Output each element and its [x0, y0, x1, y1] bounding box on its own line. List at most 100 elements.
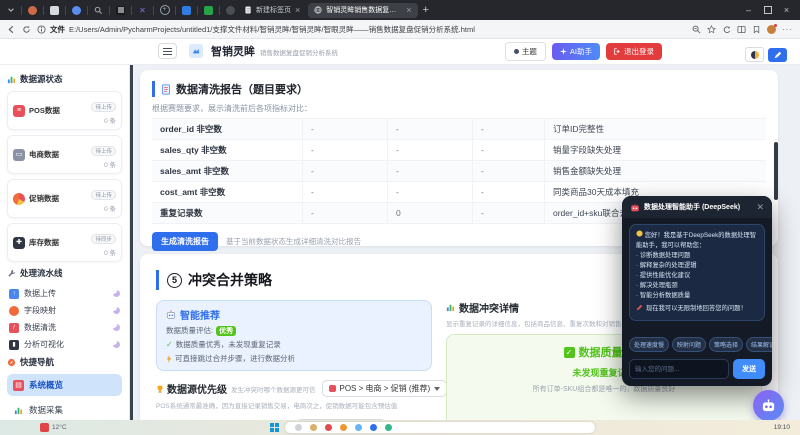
extension-icon[interactable]	[224, 4, 237, 17]
app-header: 智销灵眸 销售数据复盘促销分析系统 主题 AI助手 退出登录	[0, 38, 800, 65]
refresh-icon[interactable]	[22, 25, 31, 34]
chat-close-icon[interactable]: ✕	[756, 202, 764, 213]
tab-close-icon[interactable]: ×	[406, 5, 411, 15]
change-cell: -	[472, 203, 544, 223]
app-icon[interactable]	[325, 424, 332, 431]
collections-icon[interactable]	[722, 25, 731, 34]
extension-icon[interactable]	[26, 4, 39, 17]
note-cell: 销售金额缺失处理	[544, 161, 766, 181]
logout-button[interactable]: 退出登录	[606, 42, 662, 60]
chip-mapping[interactable]: 映射问题	[672, 337, 707, 352]
priority-label: 数据源优先级	[167, 385, 227, 396]
theme-label: 主题	[521, 46, 537, 56]
after-cell: -	[387, 182, 472, 202]
source-card-pos[interactable]: ≡ POS数据 待上传 0 条	[7, 91, 122, 130]
quality-ok-text: 数据质量优秀，未发现重复记录	[175, 340, 281, 349]
moon-pending-icon	[113, 290, 120, 297]
source-card-promo[interactable]: 促销数据 待上传 0 条	[7, 179, 122, 218]
conflict-title: 冲突合并策略	[188, 272, 272, 288]
metric-cell: cost_amt 非空数	[160, 187, 226, 197]
maximize-button[interactable]	[758, 1, 777, 19]
sidebar-item-collect[interactable]: 数据采集	[7, 399, 122, 421]
browser-menu-icon[interactable]: ···	[782, 25, 793, 34]
theme-select[interactable]: 主题	[504, 41, 546, 61]
quality-value-badge: 优秀	[216, 325, 237, 336]
back-icon[interactable]	[7, 25, 16, 34]
nav-section-header: 快捷导航	[7, 356, 122, 368]
source-card-ecom[interactable]: ▭ 电商数据 待上传 0 条	[7, 135, 122, 174]
app-icon[interactable]	[340, 424, 347, 431]
generate-report-button[interactable]: 生成清洗报告	[152, 232, 218, 251]
sidebar-scrollbar[interactable]	[130, 64, 133, 435]
pipeline-step-mapping[interactable]: 字段映射	[7, 302, 122, 319]
generate-hint: 基于当前数据状态生成详细清洗对比报告	[226, 237, 361, 246]
robot-icon	[166, 310, 176, 319]
zoom-out-icon[interactable]	[692, 25, 701, 34]
tab-close-icon[interactable]: ×	[295, 5, 300, 15]
favorite-star-icon[interactable]	[707, 24, 716, 34]
minimize-button[interactable]: –	[739, 1, 758, 19]
taskbar-weather-widget[interactable]: 12°C	[40, 423, 67, 432]
extension-icon[interactable]	[70, 4, 83, 17]
edit-tool-button[interactable]	[768, 47, 787, 62]
add-extension-icon[interactable]: +	[158, 4, 171, 17]
profile-avatar[interactable]	[767, 23, 777, 34]
divider	[131, 5, 132, 15]
robot-icon	[762, 399, 775, 412]
send-button[interactable]: 发送	[733, 359, 765, 379]
browser-tab-active[interactable]: 智销灵眸销售数据复盘促销分析系 ×	[308, 2, 418, 18]
app-icon[interactable]	[370, 424, 377, 431]
chip-strategy[interactable]: 策略选择	[709, 337, 744, 352]
taskbar-clock[interactable]: 19:10	[774, 424, 790, 431]
chip-results[interactable]: 结果解读	[746, 337, 772, 352]
app-icon[interactable]	[355, 424, 362, 431]
menu-extension-icon[interactable]	[114, 4, 127, 17]
pipeline-step-visualization[interactable]: ▮ 分析可视化	[7, 336, 122, 353]
app-icon[interactable]	[295, 424, 302, 431]
assistant-fab-button[interactable]	[753, 390, 784, 421]
windows-start-icon[interactable]	[270, 423, 279, 432]
globe-favicon-icon	[314, 6, 322, 14]
status-badge: 待上传	[91, 146, 116, 156]
extension-icon[interactable]: ✕	[136, 4, 149, 17]
tab-search-chevron-icon[interactable]	[4, 4, 17, 17]
extension-icon[interactable]	[202, 4, 215, 17]
status-badge: 待上传	[91, 102, 116, 112]
sidebar-item-overview[interactable]: ▤ 系统概览	[7, 374, 122, 396]
reading-list-icon[interactable]	[48, 4, 61, 17]
app-icon[interactable]	[385, 424, 392, 431]
table-row: order_id 非空数 - - - 订单ID完整性	[152, 119, 766, 140]
conflict-details-title: 数据冲突详情	[459, 304, 519, 315]
report-subtitle: 根据赛题要求，展示清洗前后各项指标对比：	[152, 104, 312, 113]
close-window-button[interactable]: ×	[777, 1, 796, 19]
source-name: 促销数据	[29, 194, 59, 203]
new-tab-button[interactable]: +	[423, 4, 429, 16]
search-extension-icon[interactable]	[92, 4, 105, 17]
page-scrollbar-thumb[interactable]	[774, 142, 778, 200]
browser-tab-newtab[interactable]: 新建标签页 ×	[239, 3, 306, 18]
ai-assistant-button[interactable]: AI助手	[551, 42, 600, 60]
chat-input[interactable]	[629, 359, 729, 379]
after-cell: -	[387, 161, 472, 181]
chat-header[interactable]: 数据处理智能助手 (DeepSeek) ✕	[622, 196, 772, 218]
split-screen-icon[interactable]	[737, 25, 746, 34]
theme-dot-icon	[513, 48, 519, 54]
capability-item: 解释复杂的处理逻辑	[636, 261, 758, 271]
chip-speed[interactable]: 处理速度慢	[629, 337, 670, 352]
browser-address-bar: 文件 E:/Users/Admin/PycharmProjects/untitl…	[0, 20, 800, 39]
priority-select[interactable]: POS > 电商 > 促销 (推荐)	[321, 380, 448, 397]
favorites-bar-icon[interactable]	[752, 25, 761, 34]
theme-toggle-button[interactable]	[745, 47, 764, 62]
app-icon[interactable]	[310, 424, 317, 431]
taskbar-center	[270, 422, 595, 433]
chat-footer-note: 现在我可以无限制地回答您的问题！	[646, 305, 747, 313]
pipeline-step-cleaning[interactable]: / 数据清洗	[7, 319, 122, 336]
pipeline-step-upload[interactable]: ↑ 数据上传	[7, 285, 122, 302]
sidebar-toggle-button[interactable]	[158, 43, 177, 59]
header-actions: 主题 AI助手 退出登录	[504, 41, 662, 61]
taskbar-search-pill[interactable]	[285, 422, 595, 433]
extension-icon[interactable]	[180, 4, 193, 17]
os-taskbar: 12°C 19:10	[0, 420, 800, 435]
source-card-inventory[interactable]: ✚ 库存数据 待同步 0 条	[7, 223, 122, 262]
url-bar[interactable]: 文件 E:/Users/Admin/PycharmProjects/untitl…	[37, 24, 686, 35]
